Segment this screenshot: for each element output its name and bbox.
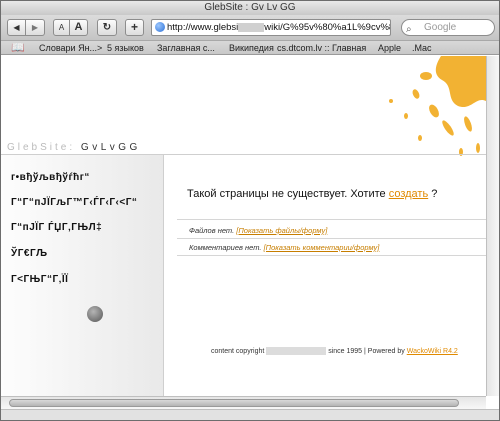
reload-button[interactable]: ↻ bbox=[97, 19, 117, 36]
sidebar-nav-item[interactable]: г•вђўљвђўѓћг“ bbox=[11, 172, 90, 183]
bookmarks-book-icon[interactable]: 📖 bbox=[11, 41, 25, 55]
create-page-link[interactable]: создать bbox=[389, 188, 428, 200]
page-not-found-message: Такой страницы не существует. Хотите соз… bbox=[187, 188, 437, 200]
show-files-link[interactable]: [Показать файлы/форму] bbox=[236, 226, 327, 235]
back-button[interactable]: ◀ bbox=[7, 19, 26, 36]
bookmark-item[interactable]: Википедия bbox=[229, 41, 274, 55]
text-bigger-button[interactable]: A bbox=[70, 19, 88, 36]
search-field[interactable]: ⌕ Google bbox=[401, 19, 495, 36]
vertical-scrollbar[interactable] bbox=[486, 56, 499, 396]
back-icon: ◀ bbox=[13, 23, 20, 32]
not-found-text: Такой страницы не существует. Хотите bbox=[187, 188, 386, 200]
sidebar-nav-item[interactable]: Г<ГЊГ“Г‚ЇЇ bbox=[11, 274, 68, 285]
sidebar-nav-item[interactable]: ЎГ€ГЉ bbox=[11, 248, 48, 259]
bookmark-item[interactable]: Словари Ян...> bbox=[39, 41, 102, 55]
horizontal-scroll-thumb[interactable] bbox=[9, 399, 459, 407]
bookmarks-bar: 📖 Словари Ян...> 5 языков Заглавная с...… bbox=[1, 41, 499, 55]
paint-splash-decoration bbox=[389, 56, 486, 156]
divider bbox=[177, 238, 486, 239]
window-title: GlebSite : Gv Lv GG bbox=[1, 1, 499, 15]
divider bbox=[177, 219, 486, 220]
horizontal-scrollbar[interactable] bbox=[1, 396, 486, 409]
bookmark-item[interactable]: Заглавная с... bbox=[157, 41, 215, 55]
page-content: GlebSite: GvLvGG г•вђўљвђўѓћг“ Г“Г“пЈЇГљ… bbox=[1, 56, 486, 396]
sidebar-nav-item[interactable]: Г“пЈЇГ ЃЏГ‚ГЊЛ‡ bbox=[11, 222, 102, 233]
globe-icon bbox=[155, 22, 165, 32]
site-title-page: GvLvGG bbox=[80, 142, 141, 153]
text-smaller-icon: A bbox=[58, 23, 65, 32]
address-redaction bbox=[238, 22, 265, 32]
sidebar-nav-item[interactable]: Г“Г“пЈЇГљГ™Г‹ЃГ‹Г‹<Г“ bbox=[11, 197, 137, 208]
copyright-prefix: content copyright bbox=[211, 347, 265, 355]
forward-icon: ▶ bbox=[31, 23, 39, 32]
show-comments-link[interactable]: [Показать комментарии/форму] bbox=[264, 243, 380, 252]
files-label: Файлов нет. bbox=[189, 226, 235, 235]
reload-icon: ↻ bbox=[102, 22, 112, 33]
comments-section: Комментариев нет. [Показать комментарии/… bbox=[189, 243, 379, 252]
bookmark-item[interactable]: cs.dtcom.lv :: Главная bbox=[277, 41, 366, 55]
search-icon: ⌕ bbox=[406, 24, 412, 35]
text-bigger-icon: A bbox=[74, 21, 83, 33]
add-icon: + bbox=[130, 20, 138, 34]
add-bookmark-button[interactable]: + bbox=[125, 19, 144, 36]
bookmark-item[interactable]: 5 языков bbox=[107, 41, 144, 55]
copyright-suffix: since 1995 | Powered by bbox=[328, 347, 405, 355]
browser-window: GlebSite : Gv Lv GG ◀ ▶ A A ↻ + http://w… bbox=[0, 0, 500, 421]
wackowiki-link[interactable]: WackoWiki R4.2 bbox=[407, 348, 458, 355]
search-placeholder: Google bbox=[424, 22, 457, 33]
site-title-gray: GlebSite: bbox=[7, 142, 76, 153]
left-sidebar: г•вђўљвђўѓћг“ Г“Г“пЈЇГљГ™Г‹ЃГ‹Г‹<Г“ Г“пЈ… bbox=[1, 155, 164, 396]
comments-label: Комментариев нет. bbox=[189, 243, 262, 252]
site-title: GlebSite: GvLvGG bbox=[7, 142, 141, 153]
address-bar[interactable]: http://www.glebsi wiki/G%95v%80%a1L%9cv%8 bbox=[151, 19, 391, 36]
address-suffix: wiki/G%95v%80%a1L%9cv%8 bbox=[264, 22, 391, 33]
text-smaller-button[interactable]: A bbox=[53, 19, 70, 36]
question-mark: ? bbox=[431, 188, 438, 200]
page-footer: content copyright since 1995 | Powered b… bbox=[211, 347, 458, 355]
divider bbox=[177, 255, 486, 256]
copyright-redaction bbox=[266, 347, 327, 355]
toolbar: ◀ ▶ A A ↻ + http://www.glebsi wiki/G%95v%… bbox=[1, 15, 499, 41]
forward-button[interactable]: ▶ bbox=[26, 19, 45, 36]
bookmark-item[interactable]: .Mac bbox=[412, 41, 432, 55]
bookmark-item[interactable]: Apple bbox=[378, 41, 401, 55]
address-prefix: http://www.glebsi bbox=[167, 22, 239, 33]
bug-logo-icon[interactable] bbox=[87, 306, 103, 322]
status-bar bbox=[1, 409, 499, 420]
files-section: Файлов нет. [Показать файлы/форму] bbox=[189, 226, 327, 235]
